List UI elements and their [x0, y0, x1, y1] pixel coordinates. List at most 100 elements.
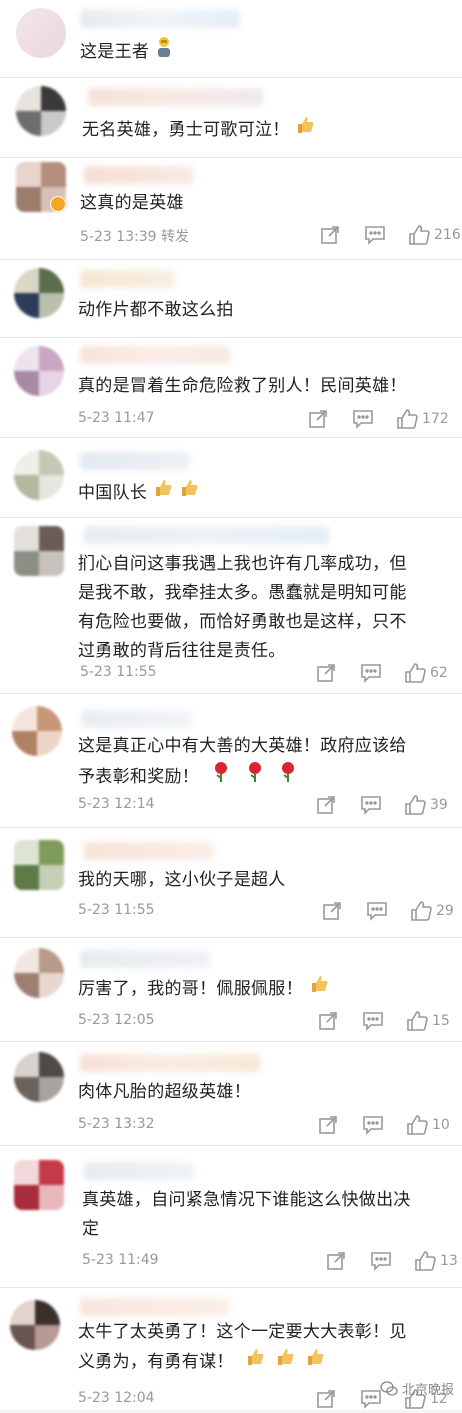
- like-button[interactable]: 29: [410, 900, 458, 922]
- comment-icon[interactable]: [370, 1251, 392, 1271]
- like-button[interactable]: 13: [414, 1250, 462, 1272]
- username-blurred[interactable]: [80, 10, 240, 28]
- comment-icon[interactable]: [352, 409, 374, 429]
- username-blurred[interactable]: [84, 166, 194, 184]
- thumbs-up-icon: [415, 1251, 436, 1271]
- thumbs-up-icon: [407, 1115, 428, 1135]
- comment-icon[interactable]: [364, 225, 386, 245]
- like-button[interactable]: 62: [404, 662, 452, 684]
- avatar[interactable]: [14, 840, 64, 890]
- comment-item: 无名英雄，勇士可歌可泣！: [0, 78, 462, 158]
- share-icon[interactable]: [316, 795, 338, 815]
- comment-item: 真的是冒着生命危险救了别人！民间英雄！ 5-23 11:47 172: [0, 338, 462, 438]
- comment-text: 真英雄，自问紧急情况下谁能这么快做出决 定: [82, 1190, 411, 1239]
- comment-text: 肉体凡胎的超级英雄！: [78, 1082, 251, 1102]
- trophy-man-emoji: [155, 36, 173, 68]
- comment-actions: 13: [326, 1250, 462, 1272]
- username-blurred[interactable]: [80, 452, 190, 470]
- rose-emoji: [278, 761, 298, 793]
- comment-text: 这真的是英雄: [80, 193, 184, 213]
- username-blurred[interactable]: [84, 842, 214, 860]
- share-icon[interactable]: [320, 225, 342, 245]
- like-count: 10: [432, 1117, 450, 1133]
- comment-icon[interactable]: [360, 663, 382, 683]
- comment-icon[interactable]: [366, 901, 388, 921]
- comment-item: 这是王者: [0, 0, 462, 78]
- comment-actions: 216: [320, 224, 461, 246]
- comment-icon[interactable]: [362, 1115, 384, 1135]
- comment-actions: 15: [318, 1010, 454, 1032]
- avatar[interactable]: [14, 948, 64, 998]
- timestamp: 5-23 13:39 转发: [80, 229, 190, 245]
- comment-actions: 10: [318, 1114, 454, 1136]
- avatar[interactable]: [12, 706, 62, 756]
- username-blurred[interactable]: [80, 950, 210, 968]
- thumbs-up-icon: [411, 901, 432, 921]
- avatar[interactable]: [16, 8, 66, 58]
- thumbs-up-emoji: [275, 1347, 295, 1377]
- comment-item: 动作片都不敢这么拍: [0, 260, 462, 338]
- thumbs-up-icon: [405, 795, 426, 815]
- comment-actions: 172: [308, 408, 449, 430]
- comment-text: 无名英雄，勇士可歌可泣！: [82, 115, 315, 145]
- like-button[interactable]: 216: [408, 224, 461, 246]
- username-blurred[interactable]: [84, 1162, 194, 1180]
- share-icon[interactable]: [322, 901, 344, 921]
- share-icon[interactable]: [318, 1115, 340, 1135]
- share-icon[interactable]: [318, 1011, 340, 1031]
- timestamp: 5-23 13:32: [78, 1116, 155, 1132]
- avatar[interactable]: [14, 526, 64, 576]
- share-icon[interactable]: [316, 663, 338, 683]
- share-icon[interactable]: [316, 1389, 338, 1409]
- thumbs-up-icon: [407, 1011, 428, 1031]
- username-blurred[interactable]: [80, 1054, 260, 1072]
- repost-link[interactable]: 转发: [161, 229, 189, 245]
- username-blurred[interactable]: [82, 710, 192, 728]
- timestamp: 5-23 12:05: [78, 1012, 155, 1028]
- comment-icon[interactable]: [360, 1389, 382, 1409]
- avatar[interactable]: [14, 1052, 64, 1102]
- comment-text: 真的是冒着生命危险救了别人！民间英雄！: [78, 376, 407, 396]
- comment-item: 真英雄，自问紧急情况下谁能这么快做出决 定 5-23 11:49 13: [0, 1146, 462, 1288]
- comment-item: 扪心自问这事我遇上我也许有几率成功，但 是我不敢，我牵挂太多。愚蠢就是明知可能 …: [0, 518, 462, 694]
- like-count: 62: [430, 665, 448, 681]
- comment-text: 动作片都不敢这么拍: [78, 300, 234, 320]
- comment-text: 太牛了太英勇了！这个一定要大大表彰！见 义勇为，有勇有谋！: [78, 1318, 407, 1377]
- like-count: 15: [432, 1013, 450, 1029]
- comment-text: 厉害了，我的哥！佩服佩服！: [78, 974, 329, 1004]
- thumbs-up-emoji: [179, 478, 199, 508]
- rose-emoji: [245, 761, 265, 793]
- username-blurred[interactable]: [84, 526, 329, 544]
- avatar[interactable]: [16, 86, 66, 136]
- rose-emoji: [211, 761, 231, 793]
- comment-item: 肉体凡胎的超级英雄！ 5-23 13:32 10: [0, 1042, 462, 1146]
- avatar[interactable]: [14, 1160, 64, 1210]
- username-blurred[interactable]: [80, 346, 230, 364]
- avatar[interactable]: [14, 450, 64, 500]
- comment-icon[interactable]: [360, 795, 382, 815]
- username-blurred[interactable]: [80, 270, 175, 288]
- thumbs-up-icon: [397, 409, 418, 429]
- comment-text: 这是王者: [80, 36, 173, 68]
- like-button[interactable]: 10: [406, 1114, 454, 1136]
- timestamp: 5-23 11:55: [80, 664, 157, 680]
- comment-text: 这是真正心中有大善的大英雄！政府应该给 予表彰和奖励！: [78, 732, 407, 793]
- like-count: 172: [422, 411, 449, 427]
- avatar[interactable]: [14, 346, 64, 396]
- comment-text: 我的天哪，这小伙子是超人: [78, 870, 286, 890]
- timestamp: 5-23 12:14: [78, 796, 155, 812]
- username-blurred[interactable]: [88, 88, 263, 106]
- share-icon[interactable]: [308, 409, 330, 429]
- avatar[interactable]: [14, 268, 64, 318]
- username-blurred[interactable]: [80, 1298, 230, 1316]
- avatar[interactable]: [10, 1300, 60, 1350]
- like-button[interactable]: 39: [404, 794, 452, 816]
- like-count: 13: [440, 1253, 458, 1269]
- like-button[interactable]: 15: [406, 1010, 454, 1032]
- like-button[interactable]: 172: [396, 408, 449, 430]
- like-count: 216: [434, 227, 461, 243]
- comment-icon[interactable]: [362, 1011, 384, 1031]
- share-icon[interactable]: [326, 1251, 348, 1271]
- thumbs-up-emoji: [153, 478, 173, 508]
- like-count: 29: [436, 903, 454, 919]
